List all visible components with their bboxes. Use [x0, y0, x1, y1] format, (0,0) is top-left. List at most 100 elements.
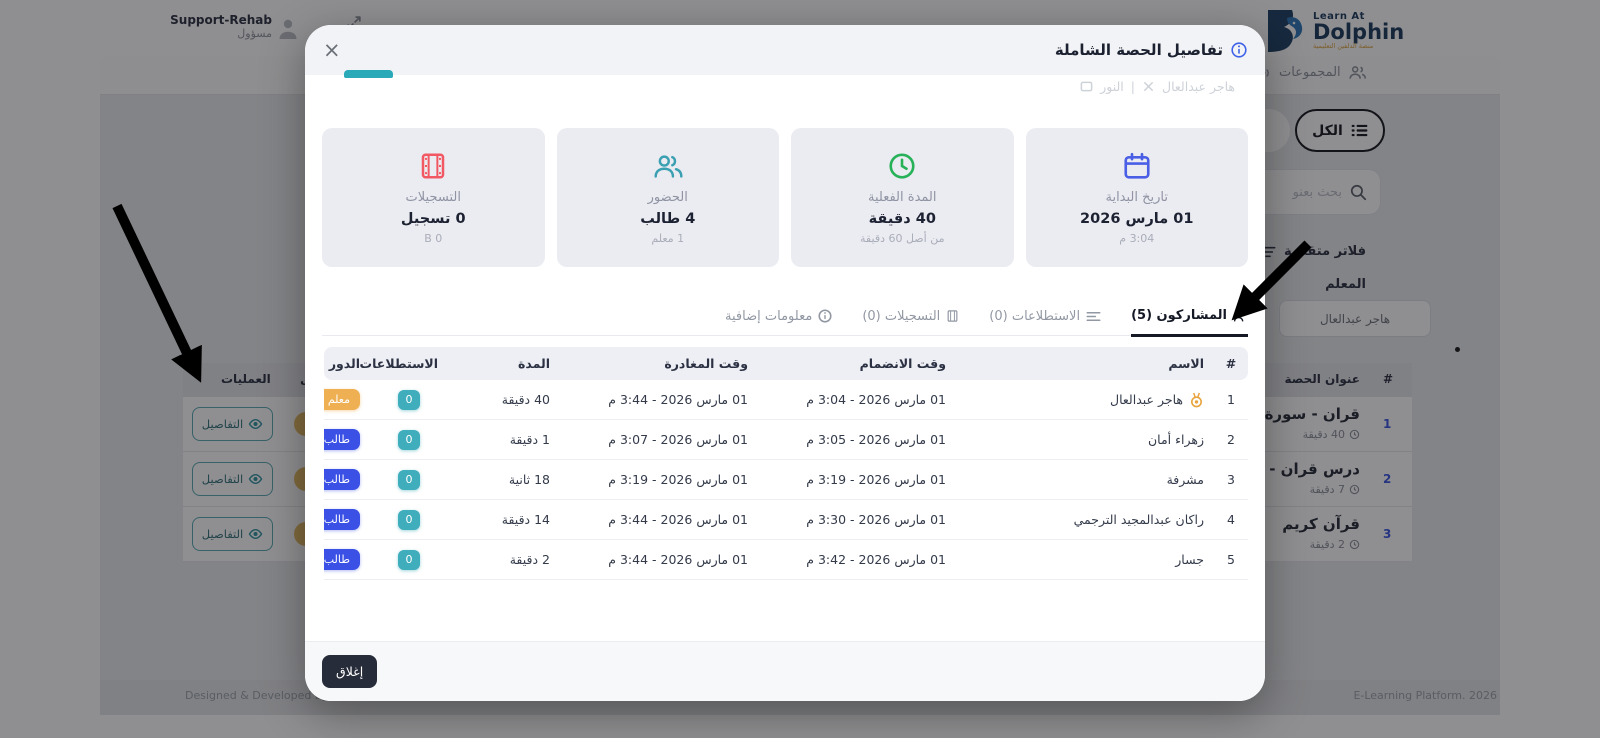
participant-row: 1 هاجر عبدالعال 01 مارس 2026 - 3:04 م 01… — [324, 380, 1248, 420]
screen: Support-Rehab مسؤول Learn At Dolphin منص… — [0, 0, 1600, 738]
participants-table: # الاسم وقت الانضمام وقت المغادرة المدة … — [324, 347, 1248, 580]
info-small-icon — [818, 309, 832, 323]
participant-row: 3 مشرفة 01 مارس 2026 - 3:19 م 01 مارس 20… — [324, 460, 1248, 500]
participant-leave: 01 مارس 2026 - 3:07 م — [560, 420, 758, 460]
participant-name: راكان عبدالمجيد الترجمي — [1074, 512, 1204, 527]
role-badge: معلم — [324, 389, 360, 410]
tab-polls[interactable]: الاستطلاعات (0) — [989, 308, 1101, 335]
stat-label: تاريخ البداية — [1105, 190, 1168, 205]
participant-duration: 18 ثانية — [448, 460, 560, 500]
tab-label: المشاركون (5) — [1131, 308, 1227, 323]
modal-header: تفاصيل الحصة الشاملة × — [305, 25, 1265, 75]
participant-leave: 01 مارس 2026 - 3:44 م — [560, 380, 758, 420]
calendar-icon — [1122, 151, 1152, 181]
stat-card-actual-duration: المدة الفعلية 40 دقيقة من أصل 60 دقيقة — [791, 128, 1014, 267]
participant-name-cell: هاجر عبدالعال — [966, 392, 1204, 408]
participant-num: 3 — [1214, 460, 1248, 500]
subtitle-group: النور — [1100, 79, 1124, 94]
modal-subtitle: هاجر عبدالعال | النور — [1080, 79, 1235, 94]
stat-card-recordings: التسجيلات 0 تسجيل 0 B — [322, 128, 545, 267]
subtitle-teacher: هاجر عبدالعال — [1162, 79, 1235, 94]
participant-name: زهراء أمان — [1148, 432, 1204, 447]
film-small-icon — [946, 309, 959, 323]
tab-recordings[interactable]: التسجيلات (0) — [862, 308, 959, 335]
col-polls: الاستطلاعات — [370, 347, 448, 380]
scrolled-button-sliver — [344, 70, 393, 78]
polls-badge: 0 — [398, 550, 420, 570]
stat-label: المدة الفعلية — [868, 190, 936, 205]
participant-row: 5 جسار 01 مارس 2026 - 3:42 م 01 مارس 202… — [324, 540, 1248, 580]
participant-name-cell: راكان عبدالمجيد الترجمي — [966, 512, 1204, 527]
participant-num: 5 — [1214, 540, 1248, 580]
stat-value: 40 دقيقة — [869, 211, 936, 227]
participant-join: 01 مارس 2026 - 3:42 م — [758, 540, 956, 580]
polls-badge: 0 — [398, 510, 420, 530]
participant-num: 2 — [1214, 420, 1248, 460]
participant-row: 2 زهراء أمان 01 مارس 2026 - 3:05 م 01 ما… — [324, 420, 1248, 460]
tab-participants[interactable]: المشاركون (5) — [1131, 308, 1248, 337]
participant-duration: 1 دقيقة — [448, 420, 560, 460]
col-leave: وقت المغادرة — [560, 347, 758, 380]
subtitle-separator: | — [1131, 79, 1135, 94]
participant-name: هاجر عبدالعال — [1110, 392, 1183, 407]
col-num: # — [1214, 347, 1248, 380]
polls-badge: 0 — [398, 390, 420, 410]
stat-sub: 1 معلم — [651, 232, 684, 245]
participant-join: 01 مارس 2026 - 3:04 م — [758, 380, 956, 420]
participant-join: 01 مارس 2026 - 3:19 م — [758, 460, 956, 500]
close-icon[interactable]: × — [323, 40, 341, 61]
user-icon — [1142, 80, 1155, 93]
participant-row: 4 راكان عبدالمجيد الترجمي 01 مارس 2026 -… — [324, 500, 1248, 540]
stat-sub: 3:04 م — [1119, 232, 1154, 245]
polls-icon — [1086, 310, 1101, 323]
role-badge: طالب — [324, 549, 360, 570]
participant-num: 4 — [1214, 500, 1248, 540]
col-name: الاسم — [956, 347, 1214, 380]
participant-num: 1 — [1214, 380, 1248, 420]
stat-value: 0 تسجيل — [401, 211, 466, 227]
tab-label: معلومات إضافية — [725, 309, 812, 324]
col-duration: المدة — [448, 347, 560, 380]
tab-label: الاستطلاعات (0) — [989, 309, 1080, 324]
participant-leave: 01 مارس 2026 - 3:44 م — [560, 500, 758, 540]
participant-name-cell: زهراء أمان — [966, 432, 1204, 447]
medal-icon — [1189, 392, 1204, 408]
polls-badge: 0 — [398, 430, 420, 450]
tab-label: التسجيلات (0) — [862, 309, 940, 324]
participant-leave: 01 مارس 2026 - 3:44 م — [560, 540, 758, 580]
stat-sub: 0 B — [424, 232, 442, 245]
participant-name-cell: جسار — [966, 552, 1204, 567]
board-icon — [1080, 80, 1093, 93]
stat-label: الحضور — [648, 190, 688, 205]
users-icon — [652, 151, 684, 181]
info-icon — [1231, 42, 1247, 58]
participant-duration: 2 دقيقة — [448, 540, 560, 580]
participants-header-row: # الاسم وقت الانضمام وقت المغادرة المدة … — [324, 347, 1248, 380]
role-badge: طالب — [324, 469, 360, 490]
stat-value: 01 مارس 2026 — [1080, 211, 1193, 227]
participant-leave: 01 مارس 2026 - 3:19 م — [560, 460, 758, 500]
role-badge: طالب — [324, 429, 360, 450]
participant-name: جسار — [1175, 552, 1204, 567]
tab-extra-info[interactable]: معلومات إضافية — [725, 308, 832, 335]
session-details-modal: تفاصيل الحصة الشاملة × هاجر عبدالعال | ا… — [305, 25, 1265, 701]
close-button[interactable]: إغلاق — [322, 655, 377, 688]
col-join: وقت الانضمام — [758, 347, 956, 380]
modal-title: تفاصيل الحصة الشاملة — [1055, 41, 1223, 59]
participant-join: 01 مارس 2026 - 3:05 م — [758, 420, 956, 460]
participant-duration: 40 دقيقة — [448, 380, 560, 420]
film-icon — [418, 151, 448, 181]
stat-card-start-date: تاريخ البداية 01 مارس 2026 3:04 م — [1026, 128, 1249, 267]
stat-card-attendance: الحضور 4 طالب 1 معلم — [557, 128, 780, 267]
clock-icon — [887, 151, 917, 181]
role-badge: طالب — [324, 509, 360, 530]
polls-badge: 0 — [398, 470, 420, 490]
stat-cards: تاريخ البداية 01 مارس 2026 3:04 م المدة … — [322, 128, 1248, 267]
participant-name-cell: مشرفة — [966, 472, 1204, 487]
participant-name: مشرفة — [1167, 472, 1204, 487]
participant-join: 01 مارس 2026 - 3:30 م — [758, 500, 956, 540]
modal-footer: إغلاق — [305, 641, 1265, 701]
stat-value: 4 طالب — [640, 211, 695, 227]
participants-icon — [1233, 309, 1248, 323]
stat-sub: من أصل 60 دقيقة — [860, 232, 944, 245]
